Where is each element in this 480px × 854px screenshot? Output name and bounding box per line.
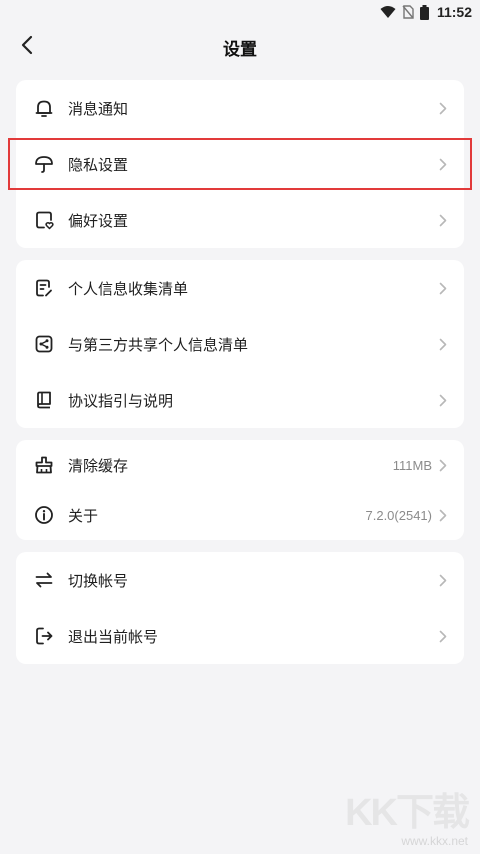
chevron-right-icon [438, 101, 448, 115]
watermark: KK下载 www.kkx.net [345, 792, 470, 848]
settings-group-storage-about: 清除缓存 111MB 关于 7.2.0(2541) [16, 440, 464, 540]
menu-item-notifications[interactable]: 消息通知 [16, 80, 464, 136]
chevron-right-icon [438, 281, 448, 295]
app-version-value: 7.2.0(2541) [365, 507, 433, 523]
chevron-right-icon [438, 508, 448, 522]
menu-item-about[interactable]: 关于 7.2.0(2541) [16, 490, 464, 540]
chevron-right-icon [438, 393, 448, 407]
menu-item-label: 切换帐号 [68, 571, 129, 590]
settings-group-account: 切换帐号 退出当前帐号 [16, 552, 464, 664]
menu-item-label: 与第三方共享个人信息清单 [68, 335, 249, 354]
menu-item-preferences[interactable]: 偏好设置 [16, 192, 464, 248]
bell-icon [34, 98, 54, 118]
chevron-right-icon [438, 213, 448, 227]
menu-item-label: 清除缓存 [68, 456, 129, 475]
menu-item-label: 个人信息收集清单 [68, 279, 189, 298]
umbrella-icon [34, 154, 54, 174]
menu-item-third-party-sharing-list[interactable]: 与第三方共享个人信息清单 [16, 316, 464, 372]
chevron-right-icon [438, 337, 448, 351]
menu-item-clear-cache[interactable]: 清除缓存 111MB [16, 440, 464, 490]
page-title: 设置 [223, 39, 257, 60]
logout-icon [34, 626, 54, 646]
menu-item-label: 协议指引与说明 [68, 391, 174, 410]
no-sim-icon [402, 5, 414, 19]
wifi-icon [380, 5, 396, 19]
share-icon [34, 334, 54, 354]
cache-size-value: 111MB [392, 457, 432, 473]
preference-heart-icon [34, 210, 54, 230]
menu-item-agreements[interactable]: 协议指引与说明 [16, 372, 464, 428]
chevron-right-icon [438, 157, 448, 171]
menu-item-switch-account[interactable]: 切换帐号 [16, 552, 464, 608]
chevron-right-icon [438, 629, 448, 643]
battery-icon [419, 4, 429, 20]
menu-item-label: 消息通知 [68, 99, 129, 118]
menu-item-label: 退出当前帐号 [68, 627, 159, 646]
status-bar: 11:52 [0, 0, 480, 24]
menu-item-label: 偏好设置 [68, 211, 129, 230]
book-icon [34, 390, 54, 410]
menu-item-info-collection-list[interactable]: 个人信息收集清单 [16, 260, 464, 316]
switch-icon [34, 570, 54, 590]
chevron-right-icon [438, 573, 448, 587]
chevron-right-icon [438, 458, 448, 472]
navigation-bar: 设置 [0, 24, 480, 70]
info-icon [34, 505, 54, 525]
menu-item-logout[interactable]: 退出当前帐号 [16, 608, 464, 664]
menu-item-label: 隐私设置 [68, 155, 129, 174]
watermark-url: www.kkx.net [401, 834, 468, 848]
menu-item-privacy[interactable]: 隐私设置 [8, 136, 472, 192]
list-edit-icon [34, 278, 54, 298]
back-button[interactable] [14, 34, 40, 60]
settings-group-privacy-info: 个人信息收集清单 与第三方共享个人信息清单 协议指引与说明 [16, 260, 464, 428]
clock-time: 11:52 [436, 4, 472, 20]
watermark-logo: KK下载 [345, 792, 470, 834]
settings-group-general: 消息通知 隐私设置 偏好设置 [8, 80, 472, 248]
broom-icon [34, 455, 54, 475]
menu-item-label: 关于 [68, 506, 99, 525]
chevron-left-icon [21, 35, 33, 59]
